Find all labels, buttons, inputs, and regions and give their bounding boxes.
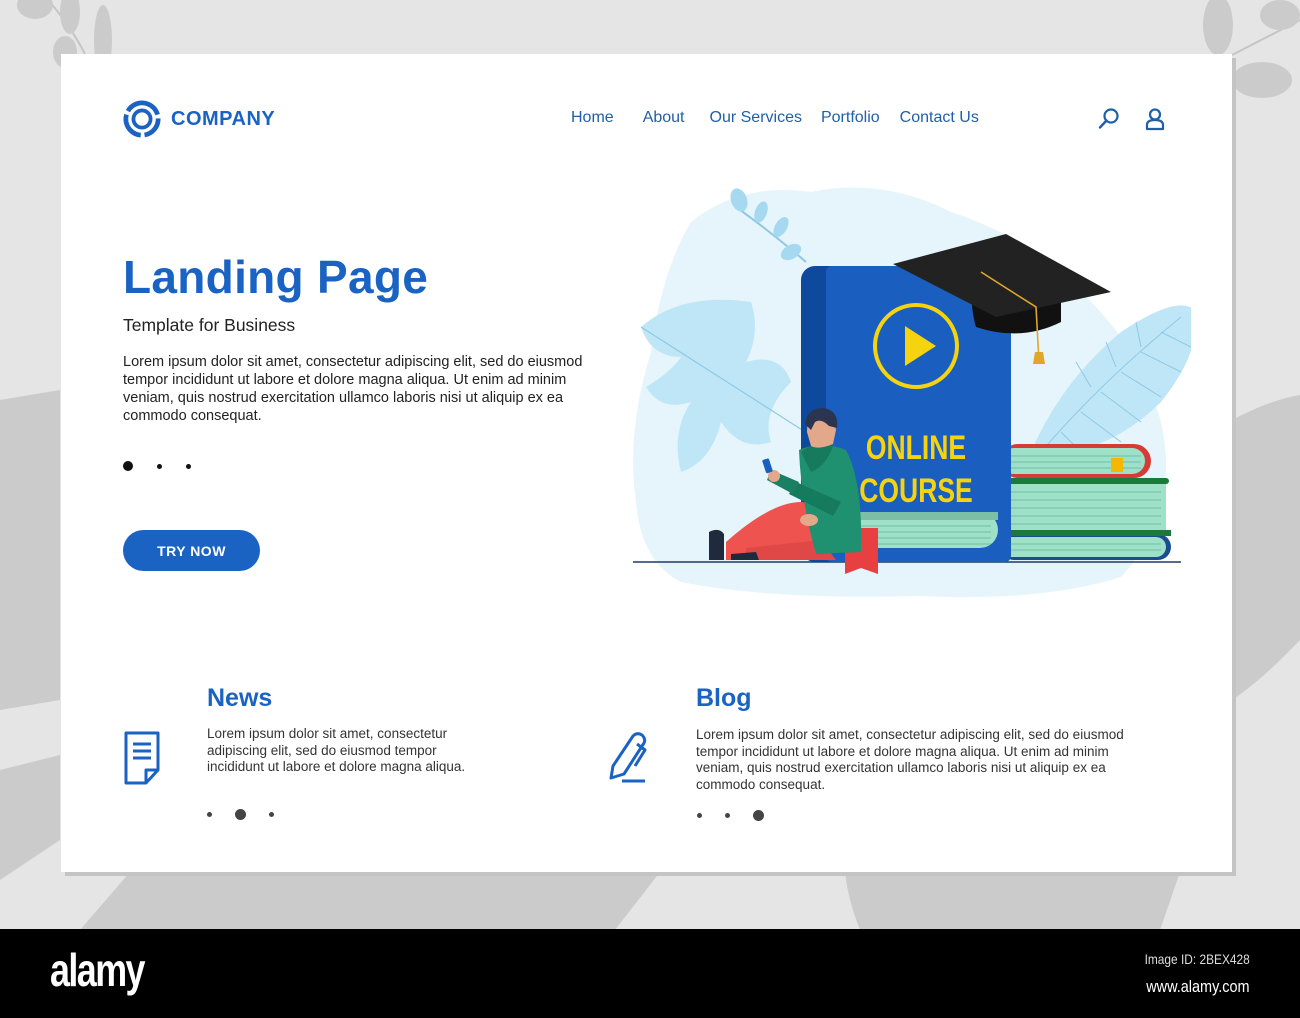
slider-dot[interactable] [207, 812, 212, 817]
nav-portfolio[interactable]: Portfolio [821, 109, 880, 127]
nav-home[interactable]: Home [571, 109, 614, 127]
hero-slider-dots [123, 461, 191, 471]
company-name: COMPANY [171, 107, 276, 130]
blog-description: Lorem ipsum dolor sit amet, consectetur … [696, 727, 1124, 792]
nav-contact-us[interactable]: Contact Us [900, 109, 979, 127]
slider-dot-active[interactable] [753, 810, 764, 821]
slider-dot[interactable] [697, 813, 702, 818]
main-nav: Home About Our Services Portfolio Contac… [571, 109, 979, 127]
slider-dot-active[interactable] [235, 809, 246, 820]
news-slider-dots [207, 809, 274, 820]
hero-subtitle: Template for Business [123, 315, 296, 335]
book-title-line2: COURSE [859, 472, 972, 510]
news-description: Lorem ipsum dolor sit amet, consectetur … [207, 726, 466, 774]
search-icon[interactable] [1097, 107, 1121, 131]
nav-our-services[interactable]: Our Services [710, 109, 802, 127]
online-course-illustration: ONLINE COURSE [633, 187, 1191, 598]
stock-logo: alamy [50, 944, 146, 996]
slider-dot[interactable] [157, 463, 162, 469]
try-now-button[interactable]: TRY NOW [123, 530, 260, 571]
company-logo-icon [123, 100, 161, 138]
news-title: News [207, 684, 273, 712]
slider-dot[interactable] [725, 813, 730, 818]
stock-watermark-footer: alamy Image ID: 2BEX428 www.alamy.com [0, 929, 1300, 1018]
stock-url: www.alamy.com [1146, 977, 1250, 996]
slider-dot-active[interactable] [123, 461, 133, 471]
book-title-line1: ONLINE [866, 429, 966, 467]
book-stack [1001, 444, 1171, 560]
company-logo[interactable]: COMPANY [123, 100, 275, 138]
blog-title: Blog [696, 684, 752, 712]
landing-page-card: COMPANY Home About Our Services Portfoli… [61, 54, 1232, 872]
user-icon[interactable] [1143, 107, 1167, 131]
slider-dot[interactable] [269, 812, 274, 817]
slider-dot[interactable] [186, 463, 191, 469]
nav-about[interactable]: About [643, 109, 685, 127]
pen-icon [609, 732, 647, 783]
stock-image-id: Image ID: 2BEX428 [1144, 951, 1250, 967]
document-icon [124, 731, 160, 785]
blog-slider-dots [697, 810, 764, 821]
hero-title: Landing Page [123, 251, 429, 303]
hero-description: Lorem ipsum dolor sit amet, consectetur … [123, 354, 583, 424]
